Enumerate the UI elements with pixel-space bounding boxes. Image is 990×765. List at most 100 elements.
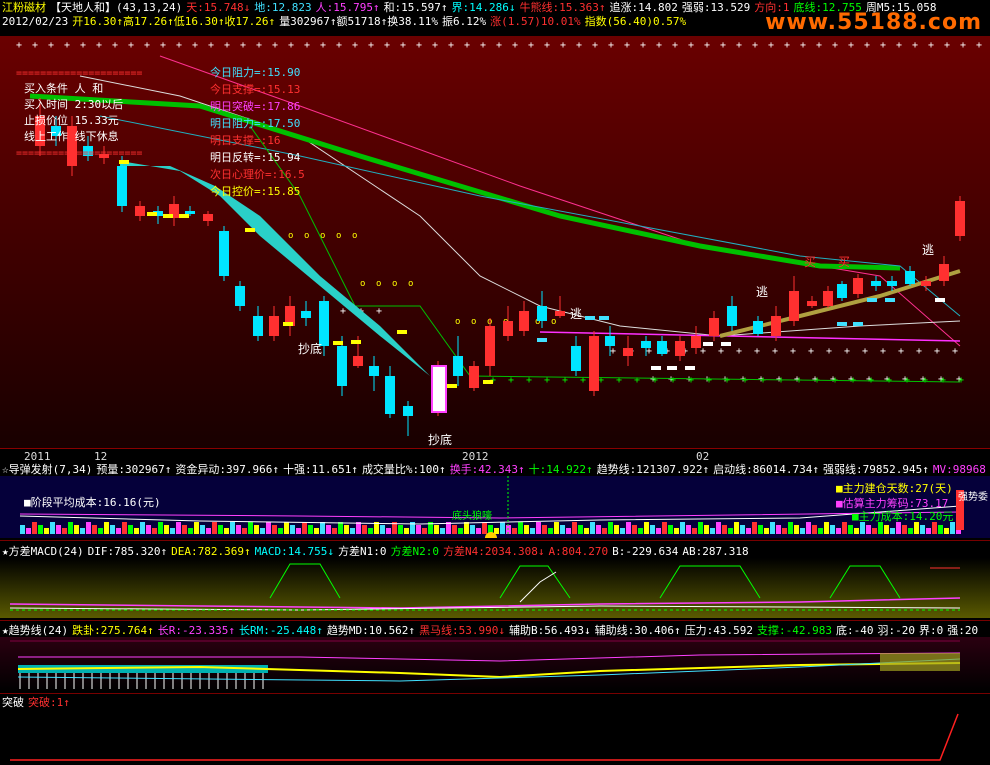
signal-mark-22	[885, 298, 895, 302]
candle-body-37	[675, 341, 685, 356]
signal-mark-14	[651, 366, 661, 370]
plus-marker: +	[544, 40, 550, 51]
ind1-title: ☆导弹发射(7,34) 预量:302967↑ 资金异动:397.966↑ 十强:11.…	[2, 463, 990, 476]
plus-marker: +	[826, 346, 832, 357]
plus-marker: +	[772, 346, 778, 357]
indicator-panel-macd[interactable]	[0, 558, 990, 618]
circle-marker: o	[288, 231, 293, 241]
ind3-item-13: 强:20	[947, 624, 979, 637]
legend-left-1: 买入时间 2:30以后	[24, 98, 123, 111]
circle-marker: o	[471, 317, 476, 327]
ind1-right-3: ■主力成本:14.20元	[852, 510, 954, 523]
ind1-bar	[518, 522, 523, 534]
candle-body-25	[469, 366, 479, 388]
legend-right-3: 明日阻力=:17.50	[210, 117, 300, 130]
plus-marker: +	[496, 40, 502, 51]
ind1-bar	[854, 528, 859, 534]
signal-mark-3	[179, 214, 189, 218]
ind1-bar	[176, 522, 181, 534]
ind1-bar	[788, 522, 793, 534]
ind1-bar	[716, 522, 721, 534]
ind1-bar	[296, 528, 301, 534]
ind1-bar	[398, 525, 403, 534]
candle-body-20	[369, 366, 379, 376]
ind1-bar	[830, 525, 835, 534]
watermark: www.55188.com	[765, 10, 982, 35]
ind1-bar	[818, 528, 823, 534]
header1-item-2: 天:15.748↓	[186, 1, 251, 14]
signal-mark-8	[397, 330, 407, 334]
ind1-bar	[746, 528, 751, 534]
ind1-bar	[230, 522, 235, 534]
candle-body-27	[503, 321, 513, 336]
ind1-bar	[86, 522, 91, 534]
plus-marker: +	[592, 40, 598, 51]
ind1-bar	[50, 522, 55, 534]
header2-item-4: 涨(1.57)10.01%	[490, 15, 581, 28]
ind1-bar	[572, 522, 577, 534]
ind2-item-7: A:804.270	[548, 545, 609, 558]
ind1-bar	[188, 528, 193, 534]
ind1-bar	[368, 528, 373, 534]
candle-body-11	[219, 231, 229, 276]
signal-mark-23	[935, 298, 945, 302]
plus-marker: +	[616, 375, 622, 386]
plus-marker: +	[778, 375, 784, 386]
ind1-bar	[380, 525, 385, 534]
indicator-panel-breakout[interactable]	[0, 708, 990, 765]
annotation-mai2: 买	[838, 255, 850, 269]
ind1-bar	[194, 522, 199, 534]
ind1-bar	[800, 528, 805, 534]
ind1-bar	[686, 525, 691, 534]
plus-marker: +	[32, 40, 38, 51]
ind1-bar	[92, 525, 97, 534]
ind1-bar	[776, 525, 781, 534]
plus-marker: +	[880, 346, 886, 357]
plus-marker: +	[848, 40, 854, 51]
plus-marker: +	[144, 40, 150, 51]
signal-mark-2	[163, 214, 173, 218]
ind2-title: ★方差MACD(24) DIF:785.320↑ DEA:782.369↑ MACD:…	[2, 545, 753, 558]
candle-body-50	[905, 271, 915, 284]
ind1-bar	[278, 528, 283, 534]
header-line-2: 2012/02/23 开16.30↑高17.26↑低16.30↑收17.26↑ 量3…	[2, 15, 690, 28]
legend-divider-bottom: =====================	[16, 148, 142, 159]
ind1-bar	[206, 528, 211, 534]
ind1-bar	[548, 528, 553, 534]
ind1-bar	[938, 525, 943, 534]
candle-body-31	[571, 346, 581, 371]
ind1-bar	[890, 528, 895, 534]
ind1-bar	[836, 528, 841, 534]
signal-mark-16	[685, 366, 695, 370]
candlestick-chart[interactable]: + + + + + + + + + + + + + + + + + + + + + + + + + + + + + + + + + + + + + + + +…	[0, 36, 990, 448]
plus-marker: +	[160, 40, 166, 51]
ind3-item-10: 底:-40	[835, 624, 874, 637]
header1-item-5: 和:15.597↑	[383, 1, 448, 14]
legend-divider-top: =====================	[16, 68, 142, 79]
ind1-bar	[500, 522, 505, 534]
indicator-panel-trend[interactable]	[0, 637, 990, 692]
ind1-bar	[146, 525, 151, 534]
plus-marker: +	[724, 375, 730, 386]
plus-marker: +	[864, 40, 870, 51]
ind1-bar	[182, 525, 187, 534]
plus-marker: +	[832, 40, 838, 51]
ind3-title: ★趋势线(24) 跌卦:275.764↑ 长R:-23.335↑ 长RM:-25.44…	[2, 624, 982, 637]
candle-body-45	[823, 291, 833, 306]
candle-body-47	[853, 278, 863, 294]
ind1-bar	[242, 528, 247, 534]
plus-marker: +	[880, 40, 886, 51]
plus-marker: +	[672, 40, 678, 51]
ind1-bar	[902, 525, 907, 534]
plus-marker: +	[742, 375, 748, 386]
plus-marker: +	[80, 40, 86, 51]
ind1-bar	[134, 528, 139, 534]
plus-marker: +	[560, 40, 566, 51]
ind1-bar	[218, 525, 223, 534]
ind1-bar	[674, 528, 679, 534]
ind1-bar	[152, 528, 157, 534]
ind2-item-0: ★方差MACD(24)	[2, 545, 84, 558]
plus-marker: +	[844, 346, 850, 357]
ind1-item-0: ☆导弹发射(7,34)	[2, 463, 93, 476]
ind1-bar	[662, 522, 667, 534]
